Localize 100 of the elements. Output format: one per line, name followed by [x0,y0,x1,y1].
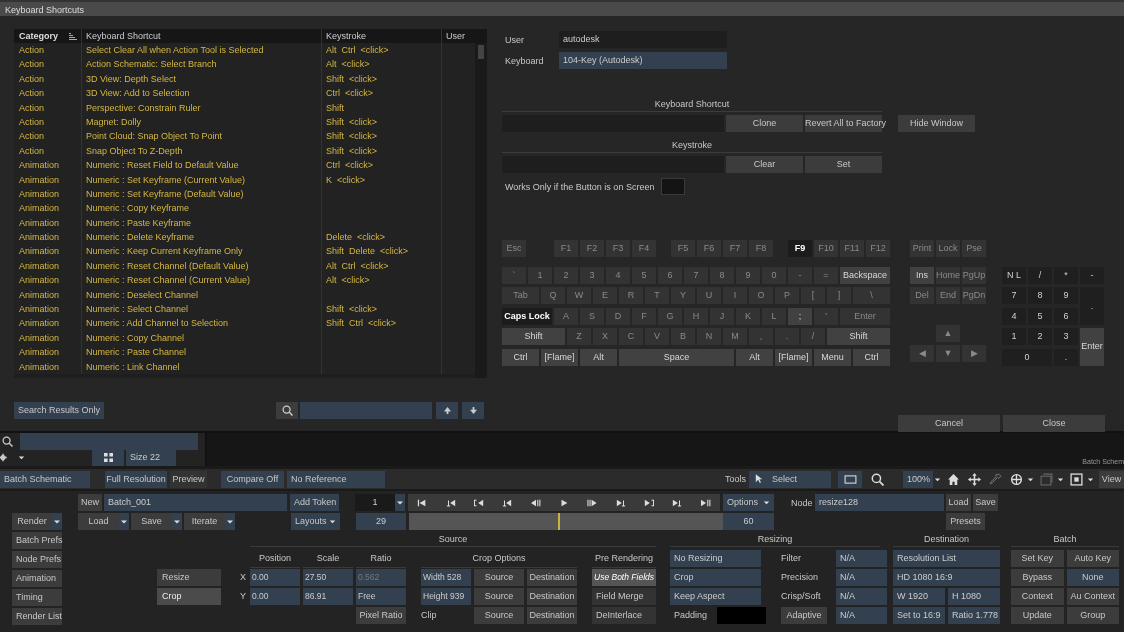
keyboard-key[interactable]: F [632,307,656,325]
destination-field[interactable]: H 1080 [948,588,1000,605]
keyboard-key[interactable]: D [606,307,630,325]
keyboard-key[interactable]: Home [936,267,960,284]
keyboard-key[interactable]: U [697,287,721,305]
keyboard-key[interactable]: F2 [580,240,604,257]
keyboard-key[interactable]: Caps Lock [502,307,552,325]
mode-button[interactable]: Resize [157,569,221,586]
batch-button[interactable]: Bypass [1011,569,1064,586]
home-icon[interactable] [947,472,960,486]
view-button[interactable]: View [1099,470,1124,488]
keyboard-key[interactable]: W [567,287,591,305]
size-field[interactable]: Size 22 [126,449,176,466]
move-icon[interactable] [968,472,981,486]
ratio-field[interactable]: Free [356,588,406,605]
keyboard-key[interactable]: Shift [502,328,565,346]
keyboard-key[interactable]: End [936,287,960,305]
keyboard-key[interactable]: [Flame] [775,348,812,366]
keyboard-key[interactable]: F6 [697,240,721,257]
keyboard-key[interactable]: 7 [684,267,708,284]
eyedropper-icon[interactable] [989,472,1002,486]
menu-button[interactable]: Save [131,513,182,530]
keyboard-key[interactable]: PgDn [962,287,986,305]
adaptive-button[interactable]: Adaptive [781,607,827,624]
keyboard-key[interactable]: Tab [502,287,539,305]
keyboard-key[interactable]: Ins [910,267,934,284]
view-option-button[interactable]: Batch Schematic [0,470,90,488]
numpad-key[interactable]: * [1054,267,1078,284]
keyboard-key[interactable]: O [749,287,773,305]
dialog-button[interactable]: Cancel [898,414,1000,432]
keyboard-key[interactable]: Pse [962,240,986,257]
fit-icon[interactable] [1070,472,1083,486]
keyboard-key[interactable]: / [801,328,825,346]
destination-field[interactable]: HD 1080 16:9 [893,569,1000,586]
playhead[interactable] [558,513,561,530]
keyboard-dropdown[interactable]: 104-Key (Autodesk) [559,52,727,69]
keyboard-key[interactable]: N [697,328,721,346]
menu-button[interactable]: Node Prefs [12,551,62,568]
tool-dropdown[interactable]: Select [749,470,831,488]
padding-color-swatch[interactable] [717,607,766,624]
menu-button[interactable]: Timing [12,589,62,606]
dialog-button[interactable]: Set [805,156,882,173]
up-arrow-button[interactable] [436,401,458,419]
keyboard-key[interactable]: 2 [554,267,578,284]
menu-button[interactable]: Iterate [184,513,235,530]
batch-button[interactable]: Group [1066,607,1119,624]
search-field[interactable] [300,401,432,419]
numpad-key[interactable]: . [1054,348,1078,366]
user-field[interactable]: autodesk [559,31,727,48]
keyboard-key[interactable]: S [580,307,604,325]
frame-field[interactable]: 1 [355,494,395,511]
keyboard-key[interactable]: , [749,328,773,346]
keyboard-key[interactable]: L [762,307,786,325]
batch-button[interactable]: Set Key [1011,550,1064,567]
scrollbar[interactable] [475,43,487,378]
keyboard-key[interactable]: E [593,287,617,305]
keyboard-key[interactable]: F10 [814,240,838,257]
setting-field[interactable]: N/A [836,588,887,605]
pixel-ratio-button[interactable]: Pixel Ratio [356,607,406,624]
keyboard-key[interactable]: Shift [827,328,890,346]
zoom-icon[interactable] [871,472,884,486]
dialog-button[interactable]: Clone [726,115,803,132]
arrow-key[interactable]: ▲ [936,324,960,342]
numpad-key[interactable]: 2 [1028,328,1052,346]
destination-button[interactable]: Destination [527,607,577,624]
batch-button[interactable]: Auto Key [1066,550,1119,567]
menu-button[interactable]: Load [78,513,129,530]
keyboard-key[interactable]: Menu [814,348,851,366]
new-button[interactable]: New [78,494,102,511]
batch-button[interactable]: Update [1011,607,1064,624]
destination-field[interactable]: Resolution List [893,550,1000,567]
keyboard-key[interactable]: 5 [632,267,656,284]
column-header[interactable]: User [442,29,475,43]
add-token-dropdown[interactable]: Add Token [290,494,339,511]
destination-button[interactable]: Destination [527,569,577,586]
position-field[interactable]: 0.00 [250,569,300,586]
keyboard-key[interactable]: B [671,328,695,346]
keyboard-key[interactable]: X [593,328,617,346]
keyboard-key[interactable]: K [736,307,760,325]
keyboard-key[interactable]: = [814,267,838,284]
resize-mode-field[interactable]: No Resizing [670,550,761,567]
position-field[interactable]: 0.00 [250,588,300,605]
setting-field[interactable]: N/A [836,607,887,624]
source-button[interactable]: Source [474,607,524,624]
numpad-key[interactable]: Enter [1080,328,1104,366]
keyboard-key[interactable]: ` [502,267,526,284]
down-arrow-button[interactable] [462,401,484,419]
load-button[interactable]: Load [946,494,971,511]
keyboard-key[interactable]: P [775,287,799,305]
numpad-key[interactable]: - [1080,267,1104,284]
numpad-key[interactable]: . [1080,287,1104,325]
keyboard-key[interactable]: 8 [710,267,734,284]
destination-field[interactable]: Ratio 1.778 [948,607,1000,624]
node-field[interactable]: resize128 [815,494,944,511]
start-frame-field[interactable]: 29 [356,513,406,530]
search-results-only-toggle[interactable]: Search Results Only [14,401,104,419]
dimension-field[interactable]: Height 939 [421,588,471,605]
menu-button[interactable]: Animation [12,570,62,587]
scale-field[interactable]: 86.91 [303,588,353,605]
field-option-button[interactable]: Field Merge [592,588,656,605]
